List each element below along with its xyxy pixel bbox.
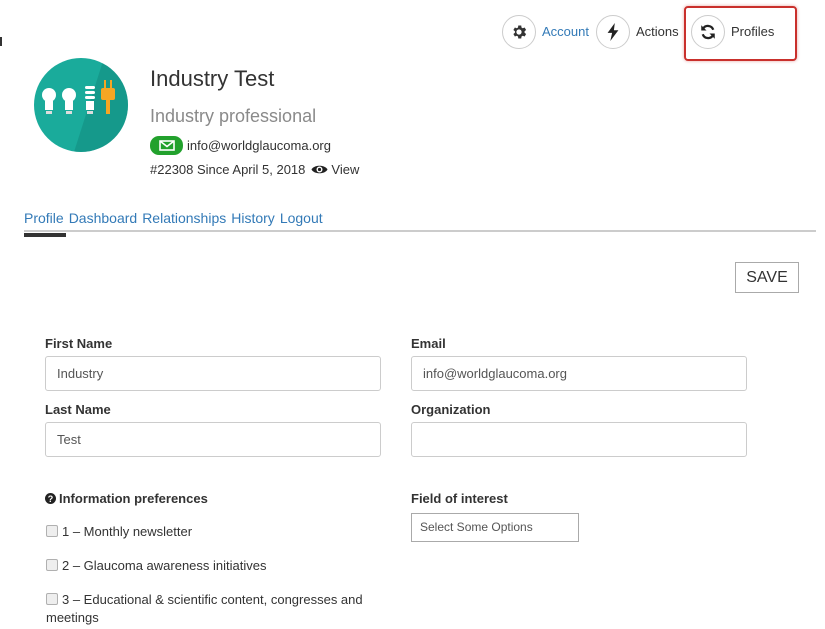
- tab-relationships[interactable]: Relationships: [142, 210, 226, 226]
- account-button[interactable]: Account: [502, 15, 589, 49]
- avatar: [34, 58, 128, 152]
- first-name-label: First Name: [45, 336, 113, 351]
- tab-profile[interactable]: Profile: [24, 210, 64, 226]
- preferences-label: Information preferences: [59, 491, 208, 506]
- view-label: View: [331, 162, 360, 177]
- organization-label: Organization: [411, 402, 491, 417]
- preference-label-1: 1 – Monthly newsletter: [62, 524, 193, 539]
- tab-dashboard[interactable]: Dashboard: [69, 210, 138, 226]
- industry-bulbs-icon: [42, 58, 128, 152]
- gear-icon: [502, 15, 536, 49]
- last-name-input[interactable]: [45, 422, 381, 457]
- profile-email-line: info@worldglaucoma.org: [150, 136, 331, 155]
- email-input[interactable]: [411, 356, 747, 391]
- field-of-interest-select[interactable]: Select Some Options: [411, 513, 579, 542]
- profile-role: Industry professional: [150, 106, 317, 126]
- profiles-label: Profiles: [731, 24, 775, 39]
- page-title: Industry Test: [150, 66, 275, 91]
- question-icon[interactable]: ?: [45, 493, 56, 504]
- last-name-label: Last Name: [45, 402, 111, 417]
- preferences-heading: ? Information preferences: [45, 491, 208, 506]
- actions-button[interactable]: Actions: [596, 15, 679, 49]
- field-of-interest-label: Field of interest: [411, 491, 508, 506]
- bolt-icon: [596, 15, 630, 49]
- preference-option: 3 – Educational & scientific content, co…: [46, 591, 406, 627]
- save-button[interactable]: SAVE: [735, 262, 799, 293]
- view-link[interactable]: View: [311, 162, 359, 177]
- preference-option: 2 – Glaucoma awareness initiatives: [46, 557, 406, 575]
- preference-checkbox-1[interactable]: [46, 525, 58, 537]
- tab-logout[interactable]: Logout: [280, 210, 323, 226]
- profile-tabs: Profile Dashboard Relationships History …: [24, 210, 323, 226]
- preference-label-3: 3 – Educational & scientific content, co…: [46, 592, 363, 625]
- active-tab-indicator: [24, 233, 66, 237]
- eye-icon: [311, 165, 328, 174]
- preference-checkbox-3[interactable]: [46, 593, 58, 605]
- mail-icon: [150, 136, 183, 155]
- tab-history[interactable]: History: [231, 210, 275, 226]
- preference-option: 1 – Monthly newsletter: [46, 523, 406, 541]
- refresh-icon: [691, 15, 725, 49]
- actions-label: Actions: [636, 24, 679, 39]
- preference-checkbox-2[interactable]: [46, 559, 58, 571]
- profile-email: info@worldglaucoma.org: [187, 138, 331, 153]
- first-name-input[interactable]: [45, 356, 381, 391]
- email-label: Email: [411, 336, 446, 351]
- member-meta: #22308 Since April 5, 2018 View: [150, 162, 359, 177]
- organization-input[interactable]: [411, 422, 747, 457]
- member-info: #22308 Since April 5, 2018: [150, 162, 306, 177]
- tab-divider: [24, 230, 816, 232]
- preference-label-2: 2 – Glaucoma awareness initiatives: [62, 558, 267, 573]
- account-label: Account: [542, 24, 589, 39]
- top-action-bar: Account Actions Profiles: [0, 0, 825, 70]
- profiles-button[interactable]: Profiles: [691, 15, 774, 49]
